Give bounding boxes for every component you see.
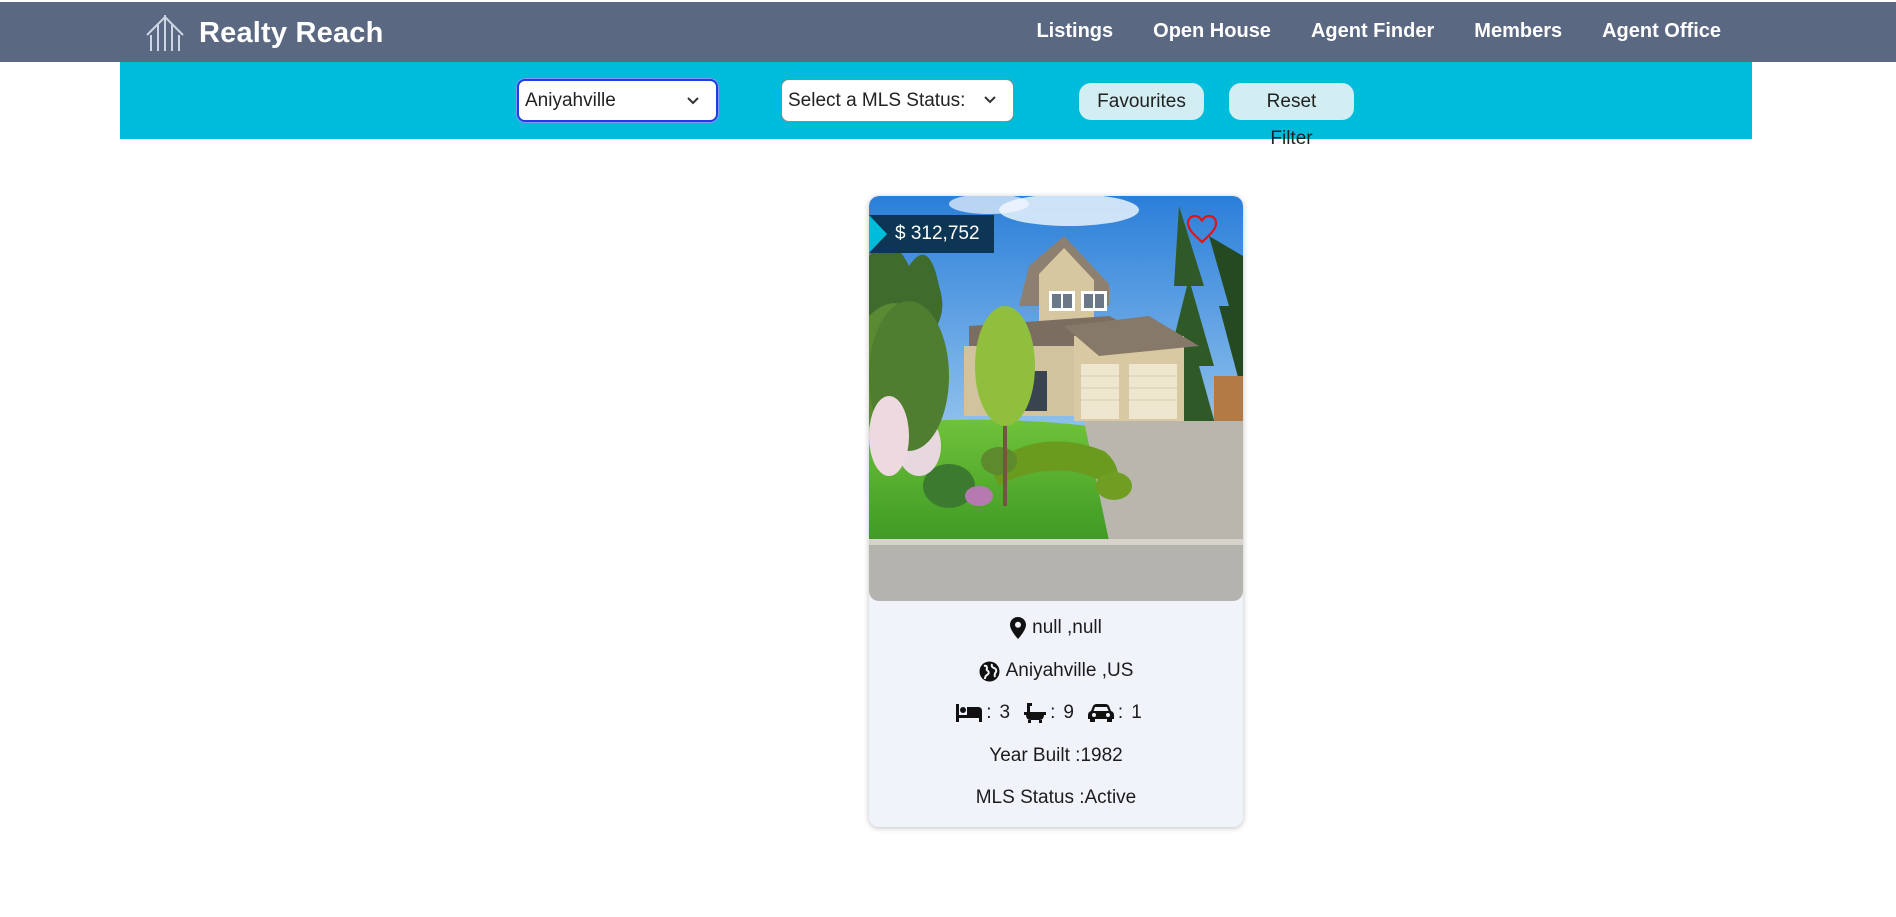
nav-agent-finder[interactable]: Agent Finder (1311, 16, 1434, 46)
city-row: Aniyahville ,US (869, 658, 1243, 684)
nav-links: Listings Open House Agent Finder Members… (1036, 16, 1721, 46)
nav-members[interactable]: Members (1474, 16, 1562, 46)
chevron-down-icon (984, 96, 996, 104)
brand[interactable]: Realty Reach (145, 12, 384, 54)
city-select[interactable]: Aniyahville (517, 79, 718, 122)
mls-status-text: MLS Status :Active (975, 787, 1137, 808)
map-pin-icon (1010, 617, 1027, 639)
bathrooms-feature: : 9 (1024, 702, 1088, 724)
listing-card[interactable]: $ 312,752 null ,null Aniyahville ,US: 3… (869, 196, 1243, 827)
car-icon (1087, 704, 1114, 722)
chevron-down-icon (687, 97, 699, 105)
filter-bar: Aniyahville Select a MLS Status: Favouri… (120, 62, 1752, 149)
mls-status-select[interactable]: Select a MLS Status: (781, 79, 1014, 122)
parking-feature: : 1 (1087, 702, 1156, 724)
bathrooms-separator: : (1050, 702, 1056, 723)
mls-status-row: MLS Status :Active (869, 785, 1243, 811)
top-navbar: Realty Reach Listings Open House Agent F… (0, 2, 1896, 62)
features-row: : 3 : 9: 1 (869, 700, 1243, 726)
price-tag: $ 312,752 (869, 215, 994, 253)
reset-filter-button[interactable]: Reset Filter (1229, 83, 1354, 149)
nav-open-house[interactable]: Open House (1153, 16, 1271, 46)
bedrooms-feature: : 3 (956, 702, 1024, 724)
globe-icon (979, 661, 1000, 681)
brand-name: Realty Reach (199, 16, 384, 49)
favourites-button[interactable]: Favourites (1079, 83, 1204, 120)
house-photo (869, 196, 1243, 601)
year-built-text: Year Built :1982 (989, 745, 1123, 766)
building-icon (146, 15, 184, 51)
mls-status-select-value: Select a MLS Status: (788, 89, 966, 111)
bathrooms-count: 9 (1063, 702, 1074, 723)
address-row: null ,null (869, 615, 1243, 641)
bedrooms-separator: : (986, 702, 992, 723)
parking-count: 1 (1131, 702, 1142, 723)
heart-outline-icon[interactable] (1185, 213, 1219, 245)
nav-listings[interactable]: Listings (1036, 16, 1113, 46)
bath-icon (1024, 703, 1047, 723)
parking-separator: : (1117, 702, 1124, 723)
price-value: $ 312,752 (895, 223, 980, 244)
listing-photo[interactable]: $ 312,752 (869, 196, 1243, 601)
bed-icon (956, 704, 983, 722)
bedrooms-count: 3 (999, 702, 1011, 723)
city-select-value: Aniyahville (525, 89, 616, 111)
address-text: null ,null (1032, 617, 1102, 638)
city-country-text: Aniyahville ,US (1005, 660, 1134, 681)
year-built-row: Year Built :1982 (869, 743, 1243, 769)
nav-agent-office[interactable]: Agent Office (1602, 16, 1721, 46)
